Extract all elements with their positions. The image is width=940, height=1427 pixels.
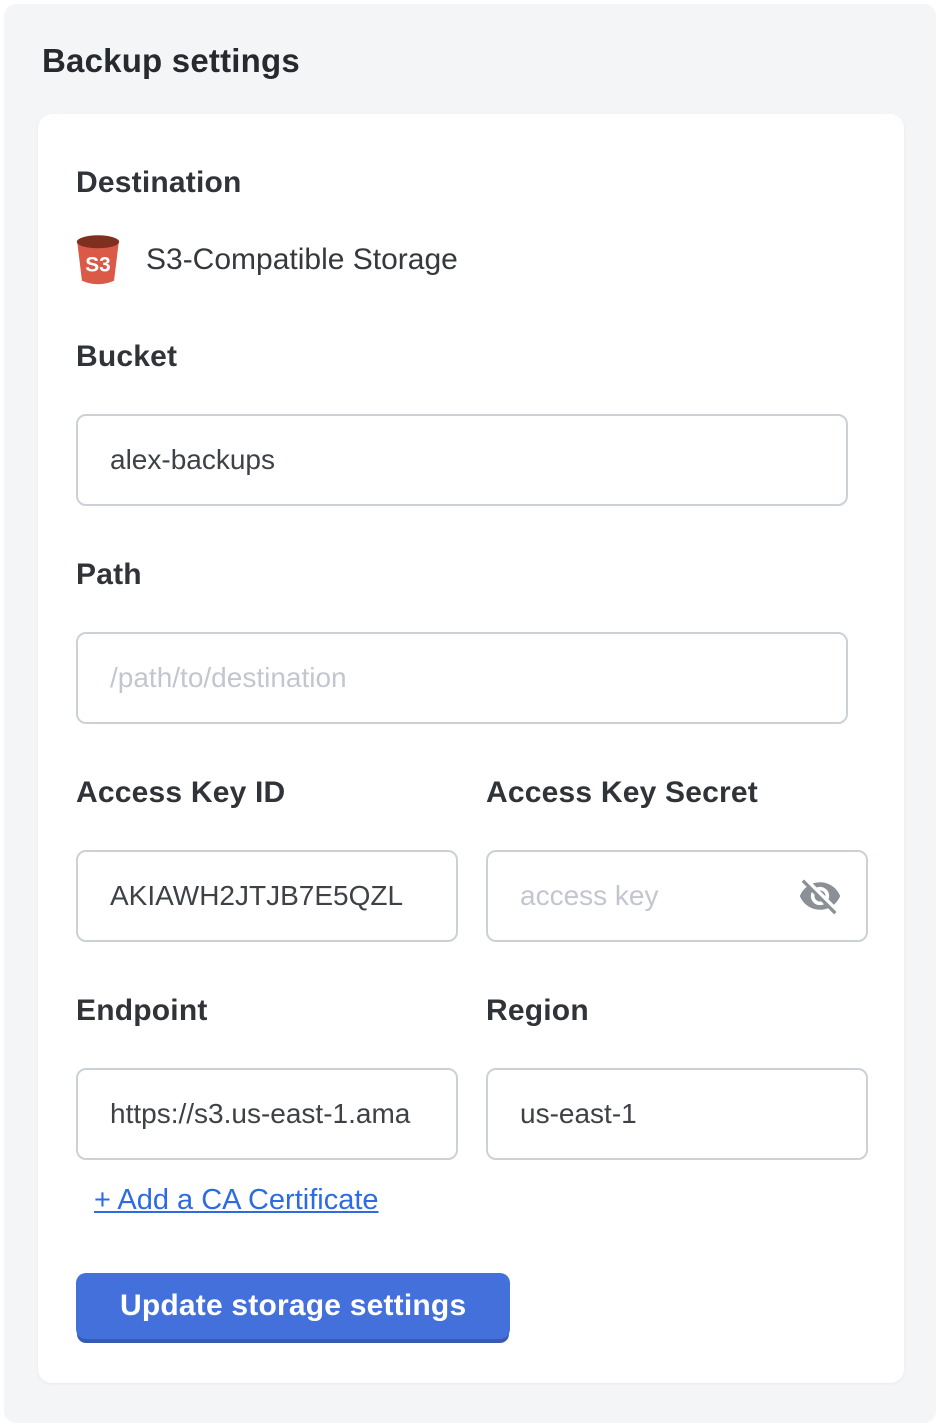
access-key-secret-input-wrap [486, 850, 868, 942]
destination-label: Destination [76, 166, 866, 200]
destination-section: Destination S3 S3-Compatible Storage [76, 166, 866, 288]
svg-text:S3: S3 [85, 253, 110, 276]
page-title: Backup settings [42, 42, 936, 80]
endpoint-region-row: Endpoint + Add a CA Certificate Region [76, 994, 866, 1217]
backup-settings-card: Destination S3 S3-Compatible Storage Buc… [38, 114, 904, 1383]
path-label: Path [76, 558, 866, 592]
region-field: Region [486, 994, 868, 1217]
endpoint-label: Endpoint [76, 994, 458, 1028]
bucket-label: Bucket [76, 340, 866, 374]
access-key-secret-field: Access Key Secret [486, 776, 868, 942]
access-key-id-label: Access Key ID [76, 776, 458, 810]
path-section: Path [76, 558, 866, 724]
destination-value-row: S3 S3-Compatible Storage [72, 232, 866, 288]
eye-off-icon[interactable] [798, 874, 842, 918]
add-ca-certificate-link[interactable]: + Add a CA Certificate [94, 1184, 379, 1217]
endpoint-field: Endpoint + Add a CA Certificate [76, 994, 458, 1217]
endpoint-input[interactable] [76, 1068, 458, 1160]
bucket-input[interactable] [76, 414, 848, 506]
access-key-id-field: Access Key ID [76, 776, 458, 942]
path-input[interactable] [76, 632, 848, 724]
access-key-id-input[interactable] [76, 850, 458, 942]
backup-settings-page: Backup settings Destination S3 S3-Compat… [4, 4, 936, 1423]
region-label: Region [486, 994, 868, 1028]
region-input[interactable] [486, 1068, 868, 1160]
s3-bucket-icon: S3 [72, 232, 124, 288]
access-key-secret-label: Access Key Secret [486, 776, 868, 810]
access-key-row: Access Key ID Access Key Secret [76, 776, 866, 942]
update-storage-settings-button[interactable]: Update storage settings [76, 1273, 510, 1339]
destination-value: S3-Compatible Storage [146, 243, 458, 277]
bucket-section: Bucket [76, 340, 866, 506]
